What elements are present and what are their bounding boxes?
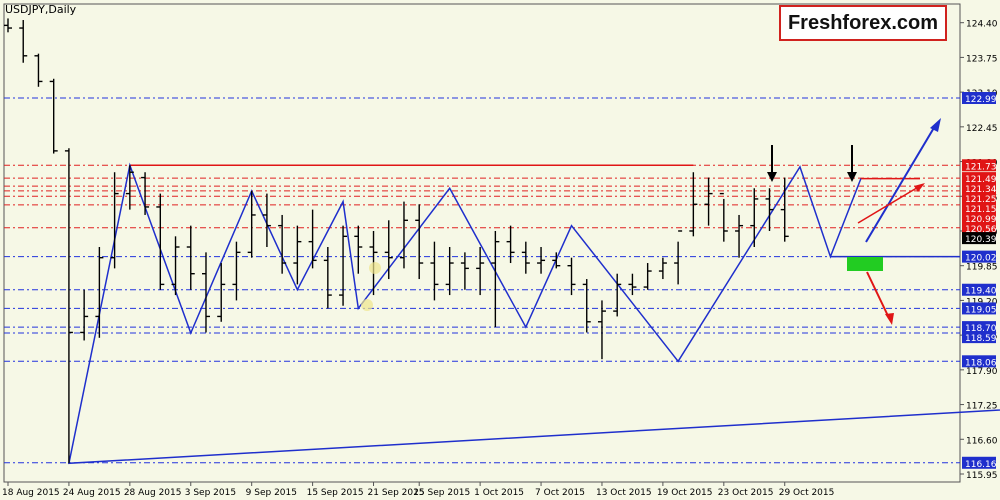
x-tick-label: 3 Sep 2015: [185, 488, 236, 498]
x-tick-label: 24 Aug 2015: [63, 488, 121, 498]
watermark-text: Freshforex.com: [787, 11, 939, 34]
x-tick-label: 28 Aug 2015: [124, 488, 182, 498]
down-arrow-red-icon: [866, 271, 890, 319]
level-label: 116.16: [965, 460, 997, 470]
y-tick-label: 117.25: [966, 402, 998, 412]
y-tick-label: 115.95: [966, 471, 998, 481]
down-arrow-red-head-icon: [885, 313, 894, 325]
x-tick-label: 23 Oct 2015: [718, 488, 774, 498]
level-label: 118.59: [965, 334, 997, 344]
y-tick-label: 119.85: [966, 263, 998, 273]
y-tick-label: 124.40: [966, 20, 998, 30]
highlight-marker: [361, 299, 373, 311]
x-tick-label: 18 Aug 2015: [2, 488, 60, 498]
down-arrow-head-icon: [767, 172, 777, 182]
x-tick-label: 1 Oct 2015: [474, 488, 524, 498]
x-tick-label: 7 Oct 2015: [535, 488, 585, 498]
y-tick-label: 123.75: [966, 54, 998, 64]
plot-frame: [3, 3, 961, 483]
x-tick-label: 19 Oct 2015: [657, 488, 713, 498]
x-tick-label: 25 Sep 2015: [413, 488, 470, 498]
x-tick-label: 13 Oct 2015: [596, 488, 652, 498]
watermark-logo: Freshforex.com: [779, 5, 947, 41]
y-tick-label: 116.60: [966, 436, 998, 446]
level-label: 121.73: [965, 162, 997, 172]
x-tick-label: 9 Sep 2015: [246, 488, 297, 498]
x-tick-label: 15 Sep 2015: [307, 488, 364, 498]
level-label: 118.06: [965, 358, 997, 368]
x-tick-label: 29 Oct 2015: [779, 488, 835, 498]
level-label: 122.99: [965, 95, 997, 105]
y-tick-label: 122.45: [966, 124, 998, 134]
chart-area: 124.40123.75123.10122.45121.80121.15120.…: [0, 0, 1000, 500]
highlight-marker: [369, 262, 381, 274]
target-box: [847, 257, 883, 271]
down-arrow-head-icon: [847, 172, 857, 182]
level-label: 120.39: [965, 235, 997, 245]
zigzag-line: [67, 162, 1000, 465]
level-label: 120.02: [965, 254, 997, 264]
symbol-label: USDJPY,Daily: [5, 3, 77, 16]
level-label: 119.40: [965, 287, 997, 297]
up-arrow-icon: [865, 125, 936, 243]
level-label: 119.05: [965, 305, 997, 315]
y-tick-label: 117.90: [966, 367, 998, 377]
price-chart: 124.40123.75123.10122.45121.80121.15120.…: [2, 3, 1000, 498]
